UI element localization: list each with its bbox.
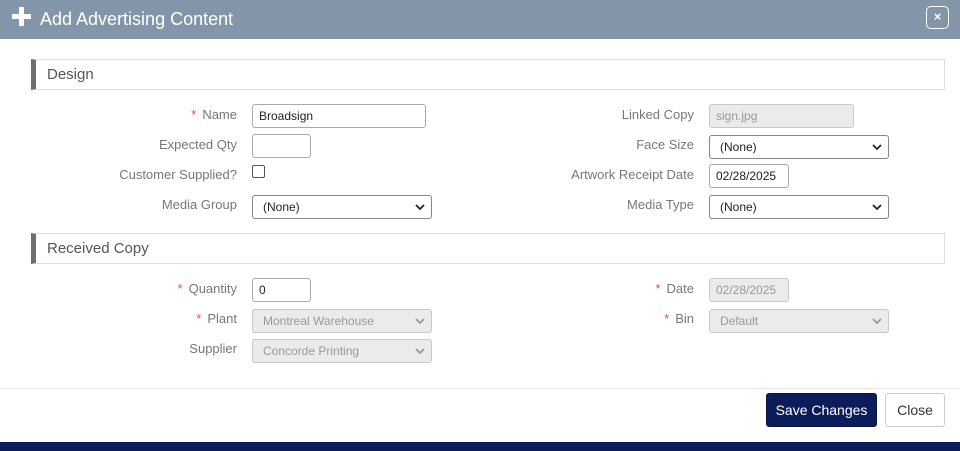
chevron-down-icon [871, 201, 883, 213]
chevron-down-icon [871, 315, 883, 327]
required-marker: * [191, 107, 197, 122]
media-group-select[interactable]: (None) [252, 195, 432, 219]
section-header-received-copy: Received Copy [31, 233, 945, 264]
media-group-label: Media Group [161, 197, 237, 212]
customer-supplied-checkbox[interactable] [252, 165, 265, 178]
plus-icon [12, 7, 31, 26]
bin-select: Default [709, 309, 889, 333]
date-input: 02/28/2025 [709, 278, 789, 302]
footer-divider [0, 388, 960, 389]
name-label: * Name [191, 107, 237, 122]
expected-qty-label: Expected Qty [158, 137, 237, 152]
bin-label: * Bin [664, 311, 694, 326]
plant-select: Montreal Warehouse [252, 309, 432, 333]
save-changes-button[interactable]: Save Changes [766, 393, 877, 427]
dialog-title: Add Advertising Content [40, 9, 234, 29]
plant-value: Montreal Warehouse [263, 314, 374, 328]
chevron-down-icon [414, 345, 426, 357]
linked-copy-input: sign.jpg [709, 104, 854, 128]
media-type-value: (None) [720, 200, 757, 214]
required-marker: * [196, 311, 202, 326]
required-marker: * [664, 311, 670, 326]
media-type-label: Media Type [627, 197, 694, 212]
chevron-down-icon [414, 315, 426, 327]
supplier-value: Concorde Printing [263, 344, 360, 358]
bin-value: Default [720, 314, 759, 328]
close-button[interactable]: Close [885, 393, 945, 427]
chevron-down-icon [871, 141, 883, 153]
supplier-select: Concorde Printing [252, 339, 432, 363]
bottom-bar [0, 442, 960, 451]
plant-label: * Plant [196, 311, 237, 326]
close-icon[interactable]: × [926, 6, 949, 29]
face-size-label: Face Size [636, 137, 694, 152]
supplier-label: Supplier [189, 341, 237, 356]
section-header-design: Design [31, 59, 945, 90]
expected-qty-input[interactable] [252, 134, 311, 158]
linked-copy-label: Linked Copy [621, 107, 694, 122]
section-title: Received Copy [47, 240, 149, 257]
artwork-receipt-date-label: Artwork Receipt Date [571, 167, 694, 182]
customer-supplied-label: Customer Supplied? [119, 167, 237, 182]
chevron-down-icon [414, 201, 426, 213]
artwork-receipt-date-input[interactable]: 02/28/2025 [709, 164, 789, 188]
required-marker: * [177, 281, 183, 296]
quantity-label: * Quantity [177, 281, 237, 296]
section-title: Design [47, 66, 94, 83]
media-type-select[interactable]: (None) [709, 195, 889, 219]
required-marker: * [655, 281, 661, 296]
face-size-select[interactable]: (None) [709, 135, 889, 159]
face-size-value: (None) [720, 140, 757, 154]
date-label: * Date [655, 281, 694, 296]
name-input[interactable]: Broadsign [252, 104, 426, 128]
media-group-value: (None) [263, 200, 300, 214]
quantity-input[interactable]: 0 [252, 278, 311, 302]
dialog-titlebar: Add Advertising Content × [0, 0, 960, 39]
